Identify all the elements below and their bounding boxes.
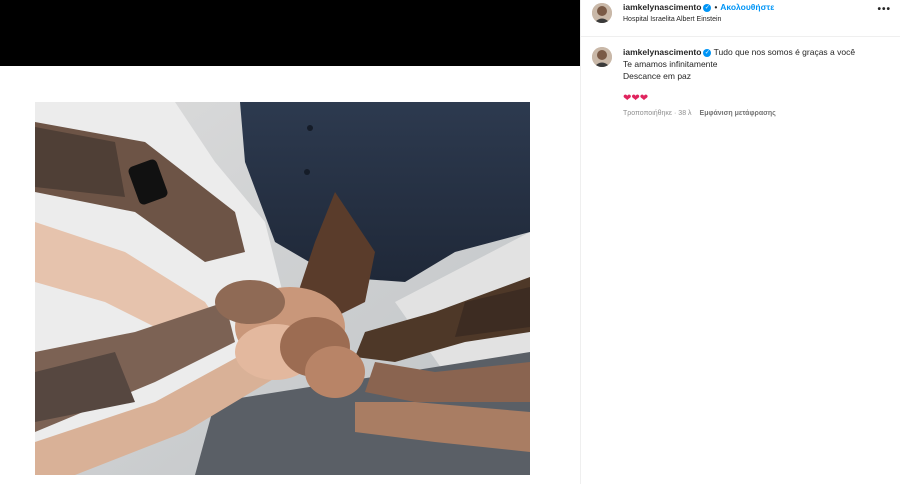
caption-line-2: Te amamos infinitamente (623, 59, 718, 69)
edited-label: Τροποποιήθηκε (623, 110, 673, 117)
follow-button[interactable]: Ακολουθήστε (720, 2, 774, 12)
post-side-panel: iamkelynascimento ✓ • Ακολουθήστε Hospital … (580, 0, 900, 484)
more-options-icon[interactable]: ••• (877, 4, 891, 15)
caption-line-3: Descance em paz (623, 71, 692, 81)
verified-badge-icon: ✓ (703, 3, 712, 12)
caption-avatar-icon[interactable] (592, 47, 612, 67)
media-pane (0, 0, 580, 484)
caption-text: iamkelynascimento ✓ Tudo que nos somos é … (623, 46, 893, 82)
caption-meta: Τροποποιήθηκε · 38 λ Εμφάνιση μετάφρασης (623, 110, 776, 117)
post-photo[interactable] (35, 102, 530, 475)
caption-hearts: ❤❤❤ (623, 93, 649, 104)
post-time[interactable]: 38 λ (678, 110, 691, 117)
caption-username-link[interactable]: iamkelynascimento (623, 47, 701, 57)
separator-dot: • (714, 3, 718, 12)
caption-verified-badge-icon: ✓ (703, 48, 712, 57)
author-username-link[interactable]: iamkelynascimento (623, 2, 701, 12)
caption-first-line: iamkelynascimento ✓ Tudo que nos somos é … (623, 46, 893, 58)
photo-of-hands-icon (35, 102, 530, 475)
caption-line-1: Tudo que nos somos é graças a você (713, 47, 856, 57)
media-top-bar (0, 0, 580, 66)
profile-photo-icon[interactable] (592, 3, 612, 23)
location-link[interactable]: Hospital Israelita Albert Einstein (623, 16, 721, 23)
post-author-line: iamkelynascimento ✓ • Ακολουθήστε (623, 2, 774, 12)
see-translation-button[interactable]: Εμφάνιση μετάφρασης (700, 110, 776, 117)
post-header: iamkelynascimento ✓ • Ακολουθήστε Hospital … (581, 0, 900, 37)
